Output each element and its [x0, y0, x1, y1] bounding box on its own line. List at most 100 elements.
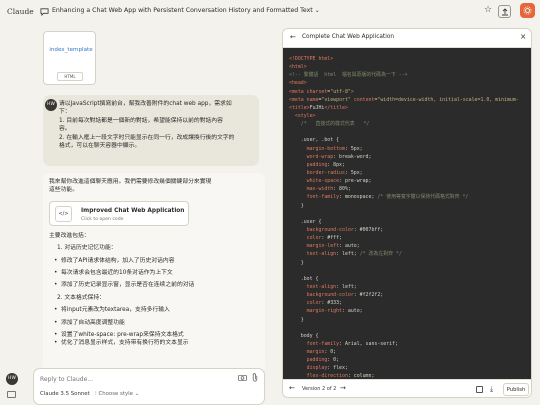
reply-input[interactable] — [40, 376, 220, 383]
model-selector[interactable]: Claude 3.5 Sonnet — [40, 391, 90, 397]
code-line: display: flex; — [289, 364, 527, 372]
code-token: padding — [289, 161, 328, 168]
close-icon[interactable]: × — [520, 32, 526, 41]
next-version-icon[interactable]: → — [340, 384, 346, 392]
assistant-message: 我來幫你改進這個聊天應用。我們需要修改幾個關鍵部分來實現 這些功能。 </> I… — [43, 173, 265, 373]
code-token: : 0; — [327, 357, 340, 364]
list-item: 添加了历史记录显示窗，显示是否在连续之前的对话 — [49, 281, 259, 290]
code-line: <meta name="viewport" content="width=dev… — [289, 96, 527, 104]
code-token: </title> — [324, 104, 348, 111]
code-token: : monospace; — [339, 194, 378, 201]
code-viewer[interactable]: <!DOCTYPE html> <html> <!-- 繁體語 html 檔名與原版… — [283, 48, 531, 379]
code-line: margin-bottom: 5px; — [289, 145, 527, 153]
code-token: : pre-wrap; — [339, 178, 372, 185]
list-item: 将input元素改为textarea，支持多行输入 — [49, 306, 259, 315]
code-token: : #f2f2f2; — [353, 292, 384, 299]
code-token: FuJHi — [309, 104, 325, 111]
code-token: charset — [306, 88, 328, 95]
code-line: max-width: 80%; — [289, 185, 527, 193]
code-token: : auto; — [342, 308, 363, 315]
top-bar: Claude Enhancing a Chat Web App with Per… — [0, 0, 540, 24]
share-button[interactable] — [498, 5, 511, 18]
code-line: <title>FuJHi</title> — [289, 104, 527, 112]
code-token: "utf-8" — [330, 88, 351, 95]
code-token: } — [289, 316, 304, 323]
artifact-panel: ← Complete Chat Web Application × <!DOCT… — [282, 28, 532, 398]
user-message-line: 1. 目前每次對話都是一個新的對話，希望能保持以前的對話內容 — [59, 117, 223, 124]
share-icon — [502, 8, 508, 16]
code-token: : left; — [336, 283, 357, 290]
code-token: color — [289, 300, 322, 307]
code-token: } — [289, 202, 304, 209]
code-token: <html> — [289, 64, 307, 71]
code-token: : 8px; — [327, 161, 345, 168]
code-token: <style> — [289, 112, 316, 119]
code-token: /* 直接式的樣式代表 */ — [289, 121, 370, 128]
user-message-line: 请以JavaScript撰寫前台，幫我改善附件的chat web app，需求如 — [59, 101, 232, 107]
sidebar-toggle-icon[interactable] — [7, 391, 16, 398]
list-item: 修改了API请求体结构，加入了历史对话内容 — [49, 257, 259, 266]
code-token: <title> — [289, 104, 310, 111]
code-line: padding: 8px; — [289, 161, 527, 169]
code-token: "viewport" — [321, 96, 351, 103]
code-line: background-color: #007bff; — [289, 226, 527, 234]
user-avatar[interactable]: HW — [6, 373, 18, 385]
chevron-down-icon: ⌄ — [314, 7, 320, 14]
code-token: : #fff; — [321, 235, 343, 242]
code-line: <!-- 繁體語 html 檔名與原版的代碼為一下 --> — [289, 71, 527, 79]
download-icon[interactable]: ⤓ — [490, 385, 493, 394]
code-token: .user { — [289, 218, 322, 225]
code-line: margin: 0; — [289, 348, 527, 356]
star-icon[interactable]: ☆ — [484, 5, 492, 15]
code-token: background-color — [289, 292, 354, 299]
style-selector[interactable]: ⁝ Choose style ⌄ — [95, 391, 139, 397]
back-arrow-icon[interactable]: ← — [290, 33, 296, 41]
list-item: 添加了自动高度调整功能 — [49, 319, 259, 328]
code-token: > — [350, 88, 354, 95]
app-brand[interactable]: Claude — [7, 7, 34, 16]
code-line: } — [289, 259, 527, 267]
previous-version-icon[interactable]: ← — [289, 384, 295, 392]
paperclip-icon[interactable] — [251, 373, 259, 382]
publish-button[interactable]: Publish — [503, 383, 529, 396]
code-token: border-radius — [289, 169, 345, 176]
code-token: display — [289, 365, 328, 372]
code-token: : 0; — [324, 349, 337, 356]
artifact-card[interactable]: </> Improved Chat Web Application Click … — [49, 200, 189, 226]
code-token: <meta — [289, 96, 307, 103]
code-line: font-family: monospace; /* 使用等寬字體以保持代碼格式… — [289, 193, 527, 201]
attachment-card[interactable]: index_template HTML — [43, 31, 96, 85]
code-token: color — [289, 235, 322, 242]
code-token: name — [306, 96, 319, 103]
code-token: : #007bff; — [353, 226, 384, 233]
code-token: : 5px; — [344, 169, 363, 176]
code-token: <!-- 繁體語 html 檔名與原版的代碼為一下 --> — [289, 72, 408, 79]
code-line: body { — [289, 332, 527, 340]
code-icon: </> — [55, 205, 72, 222]
list-item: 每次请求会包含最近的10条对话作为上下文 — [49, 269, 259, 278]
assistant-text: 我來幫你改進這個聊天應用。我們需要修改幾個關鍵部分來實現 — [49, 179, 212, 185]
code-token: "width=device-width, initial-scale=1.0, … — [377, 96, 519, 103]
attachment-type-badge: HTML — [57, 72, 83, 81]
artifact-title: Improved Chat Web Application — [81, 207, 185, 214]
chevron-down-icon: ⌄ — [134, 391, 140, 397]
code-line: text-align: left; — [289, 283, 527, 291]
settings-avatar[interactable] — [520, 3, 535, 18]
code-line: text-align: left; /* 改為左對齊 */ — [289, 250, 527, 258]
section-heading: 2. 文本格式保持： — [57, 294, 105, 301]
composer — [33, 368, 265, 405]
code-line: } — [289, 202, 527, 210]
conversation-title[interactable]: Enhancing a Chat Web App with Persistent… — [52, 7, 320, 14]
code-token: : auto; — [339, 243, 360, 250]
code-token: /* 改為左對齊 */ — [359, 251, 402, 258]
copy-icon[interactable] — [476, 386, 483, 393]
list-item: 优化了消息显示样式，支持带有换行符的文本显示 — [49, 339, 259, 348]
camera-icon[interactable] — [238, 374, 247, 381]
code-line: font-family: Arial, sans-serif; — [289, 340, 527, 348]
code-token: max-width — [289, 186, 334, 193]
code-token: text-align — [289, 251, 337, 258]
code-token: word-wrap — [289, 153, 334, 160]
code-line: .user, .bot { — [289, 136, 527, 144]
attachment-name: index_template — [49, 47, 93, 53]
